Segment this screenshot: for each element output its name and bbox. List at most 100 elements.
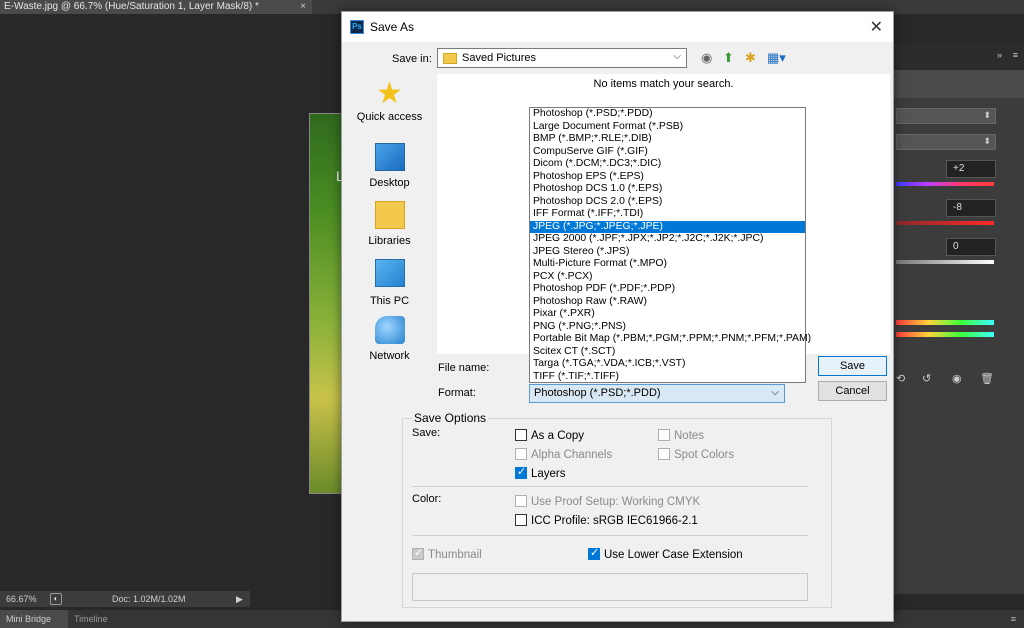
save-section-label: Save: <box>412 427 441 439</box>
hue-value[interactable]: +2 <box>946 160 996 178</box>
folder-icon <box>443 53 457 64</box>
properties-panel: » ≡ ⬍ ⬍ +2 -8 0 ⟲ ↺ ◉ 🗑 <box>894 44 1024 594</box>
close-icon[interactable]: ✕ <box>870 17 883 37</box>
document-tab[interactable]: E-Waste.jpg @ 66.7% (Hue/Saturation 1, L… <box>0 0 312 14</box>
new-folder-icon[interactable]: ✱ <box>745 50 756 66</box>
format-option[interactable]: PCX (*.PCX) <box>530 271 805 284</box>
back-icon[interactable]: ◉ <box>701 50 712 66</box>
save-in-dropdown[interactable]: Saved Pictures ⌵ <box>437 48 687 68</box>
document-tab-close-icon[interactable]: × <box>300 0 306 14</box>
format-option[interactable]: Photoshop PDF (*.PDF;*.PDP) <box>530 283 805 296</box>
icc-profile-checkbox[interactable]: ICC Profile: sRGB IEC61966-2.1 <box>515 514 698 527</box>
status-menu-icon[interactable]: ▶ <box>236 591 243 607</box>
format-option[interactable]: Photoshop (*.PSD;*.PDD) <box>530 108 805 121</box>
divider <box>412 486 808 487</box>
visibility-icon[interactable]: ◉ <box>952 372 962 385</box>
format-option[interactable]: Photoshop DCS 2.0 (*.EPS) <box>530 196 805 209</box>
use-proof-setup-checkbox[interactable]: Use Proof Setup: Working CMYK <box>515 495 700 508</box>
checkbox-label: Alpha Channels <box>531 449 613 461</box>
checkbox-box <box>658 448 670 460</box>
place-label: Libraries <box>368 235 411 247</box>
tab-mini-bridge[interactable]: Mini Bridge <box>0 610 68 628</box>
collapse-icon[interactable]: » <box>997 50 1002 60</box>
checkbox-label: Layers <box>531 468 566 480</box>
saturation-slider[interactable] <box>896 221 994 225</box>
tab-timeline[interactable]: Timeline <box>74 610 108 628</box>
format-option[interactable]: Scitex CT (*.SCT) <box>530 346 805 359</box>
desktop-icon <box>374 143 405 171</box>
color-bar-top <box>896 320 994 325</box>
format-option[interactable]: IFF Format (*.IFF;*.TDI) <box>530 208 805 221</box>
format-option[interactable]: CompuServe GIF (*.GIF) <box>530 146 805 159</box>
empty-message: No items match your search. <box>593 78 734 90</box>
network-icon <box>374 316 405 344</box>
preset-dropdown[interactable]: ⬍ <box>896 108 996 124</box>
checkbox-box <box>515 429 527 441</box>
save-in-label: Save in: <box>392 53 432 65</box>
format-option[interactable]: Multi-Picture Format (*.MPO) <box>530 258 805 271</box>
format-option[interactable]: PNG (*.PNG;*.PNS) <box>530 321 805 334</box>
place-label: Network <box>369 350 410 362</box>
panel-menu-icon[interactable]: ≡ <box>1013 50 1018 60</box>
saturation-value[interactable]: -8 <box>946 199 996 217</box>
format-option[interactable]: JPEG (*.JPG;*.JPEG;*.JPE) <box>530 220 805 233</box>
place-network[interactable]: Network <box>352 314 427 362</box>
trash-icon[interactable]: 🗑 <box>980 372 994 385</box>
format-options-list: Photoshop (*.PSD;*.PDD) Large Document Fo… <box>529 107 811 384</box>
chevron-down-icon: ⌵ <box>771 387 779 398</box>
panel-tabstrip <box>894 70 1024 98</box>
save-button[interactable]: Save <box>818 356 887 376</box>
spot-colors-checkbox[interactable]: Spot Colors <box>658 448 734 461</box>
checkbox-label: Spot Colors <box>674 449 735 461</box>
format-option[interactable]: Dicom (*.DCM;*.DC3;*.DIC) <box>530 158 805 171</box>
format-option[interactable]: Portable Bit Map (*.PBM;*.PGM;*.PPM;*.PN… <box>530 333 811 346</box>
format-option[interactable]: BMP (*.BMP;*.RLE;*.DIB) <box>530 133 805 146</box>
reset-icon[interactable]: ↺ <box>922 372 931 385</box>
bottom-menu-icon[interactable]: ≡ <box>1011 610 1016 628</box>
place-desktop[interactable]: Desktop <box>352 140 427 189</box>
checkbox-box <box>588 546 600 560</box>
channel-dropdown[interactable]: ⬍ <box>896 134 996 150</box>
dialog-title: Save As <box>370 20 415 34</box>
checkbox-box <box>515 465 527 479</box>
format-option[interactable]: Photoshop DCS 1.0 (*.EPS) <box>530 183 805 196</box>
lower-case-extension-checkbox[interactable]: Use Lower Case Extension <box>588 546 743 561</box>
up-folder-icon[interactable]: ⬆ <box>723 50 734 66</box>
libraries-icon <box>374 201 405 229</box>
place-this-pc[interactable]: This PC <box>352 256 427 307</box>
checkbox-box <box>515 514 527 526</box>
hue-slider[interactable] <box>896 182 994 186</box>
format-option[interactable]: JPEG 2000 (*.JPF;*.JPX;*.JP2;*.J2C;*.J2K… <box>530 233 805 246</box>
clip-icon[interactable]: ⟲ <box>896 372 905 385</box>
zoom-icon[interactable]: ◐ <box>50 593 62 605</box>
dialog-titlebar: Ps Save As ✕ <box>342 12 893 42</box>
alpha-channels-checkbox[interactable]: Alpha Channels <box>515 448 612 461</box>
lightness-slider[interactable] <box>896 260 994 264</box>
format-option[interactable]: Large Document Format (*.PSB) <box>530 121 805 134</box>
cancel-button[interactable]: Cancel <box>818 381 887 401</box>
view-menu-icon[interactable]: ▦▾ <box>767 50 786 66</box>
format-option[interactable]: Photoshop Raw (*.RAW) <box>530 296 805 309</box>
format-option[interactable]: Targa (*.TGA;*.VDA;*.ICB;*.VST) <box>530 358 805 371</box>
place-quick-access[interactable]: ★ Quick access <box>352 79 427 124</box>
lightness-value[interactable]: 0 <box>946 238 996 256</box>
color-bar-bottom <box>896 332 994 337</box>
save-options-title: Save Options <box>412 411 489 425</box>
checkbox-box <box>515 495 527 507</box>
format-option[interactable]: Pixar (*.PXR) <box>530 308 805 321</box>
layers-checkbox[interactable]: Layers <box>515 465 566 480</box>
format-option[interactable]: TIFF (*.TIF;*.TIFF) <box>530 371 805 384</box>
zoom-level[interactable]: 66.67% <box>6 591 37 607</box>
place-label: Desktop <box>369 177 410 189</box>
save-in-value: Saved Pictures <box>462 52 536 64</box>
format-option[interactable]: JPEG Stereo (*.JPS) <box>530 246 805 259</box>
notes-checkbox[interactable]: Notes <box>658 429 704 442</box>
thumbnail-checkbox[interactable]: Thumbnail <box>412 546 482 561</box>
format-option[interactable]: Photoshop EPS (*.EPS) <box>530 171 805 184</box>
checkbox-label: Thumbnail <box>428 549 482 561</box>
place-libraries[interactable]: Libraries <box>352 198 427 247</box>
format-value: Photoshop (*.PSD;*.PDD) <box>534 387 661 399</box>
format-dropdown[interactable]: Photoshop (*.PSD;*.PDD) ⌵ <box>529 384 785 403</box>
color-section-label: Color: <box>412 493 442 505</box>
as-a-copy-checkbox[interactable]: As a Copy <box>515 429 584 442</box>
